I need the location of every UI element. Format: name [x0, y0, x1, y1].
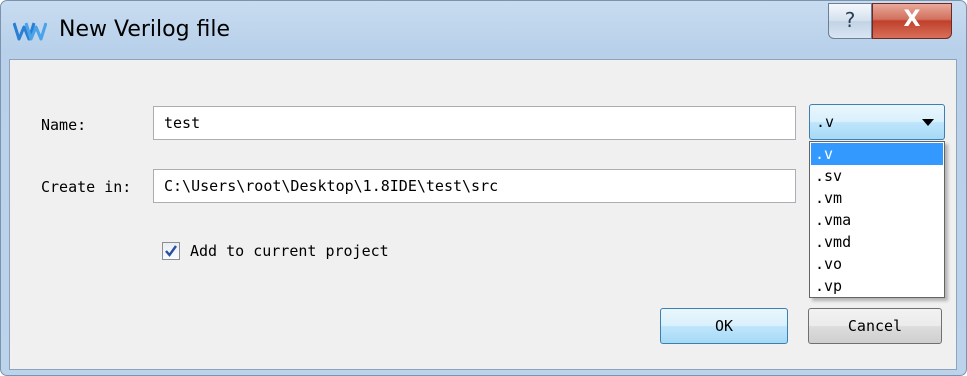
create-in-input[interactable]: C:\Users\root\Desktop\1.8IDE\test\src	[153, 169, 796, 203]
extension-option[interactable]: .vma	[811, 209, 943, 231]
extension-combo[interactable]: .v	[809, 104, 945, 140]
ok-button[interactable]: OK	[660, 308, 788, 344]
extension-option[interactable]: .vo	[811, 253, 943, 275]
extension-option[interactable]: .sv	[811, 165, 943, 187]
dialog-body: Name: test .v Create in: C:\Users\root\D…	[9, 59, 957, 370]
extension-dropdown-list: .v .sv .vm .vma .vmd .vo .vp	[809, 141, 945, 298]
extension-option[interactable]: .vm	[811, 187, 943, 209]
close-icon: X	[903, 7, 921, 32]
dialog-window: New Verilog file ? X Name: test .v Creat…	[0, 0, 967, 376]
extension-combo-value: .v	[816, 113, 835, 131]
cancel-button[interactable]: Cancel	[808, 308, 942, 344]
create-in-label: Create in:	[41, 178, 132, 196]
name-input[interactable]: test	[153, 106, 796, 140]
app-logo-icon	[13, 22, 47, 41]
help-button[interactable]: ?	[828, 3, 872, 39]
add-to-project-checkbox[interactable]	[162, 242, 180, 260]
window-title: New Verilog file	[59, 17, 231, 42]
name-label: Name:	[41, 116, 87, 134]
checkmark-icon	[165, 245, 177, 257]
add-to-project-label: Add to current project	[190, 242, 389, 260]
extension-option[interactable]: .vp	[811, 275, 943, 297]
title-bar[interactable]: New Verilog file ? X	[1, 1, 966, 59]
help-icon: ?	[844, 8, 856, 32]
extension-option[interactable]: .vmd	[811, 231, 943, 253]
close-button[interactable]: X	[872, 3, 952, 39]
extension-option[interactable]: .v	[811, 143, 943, 165]
chevron-down-icon[interactable]	[922, 119, 934, 126]
